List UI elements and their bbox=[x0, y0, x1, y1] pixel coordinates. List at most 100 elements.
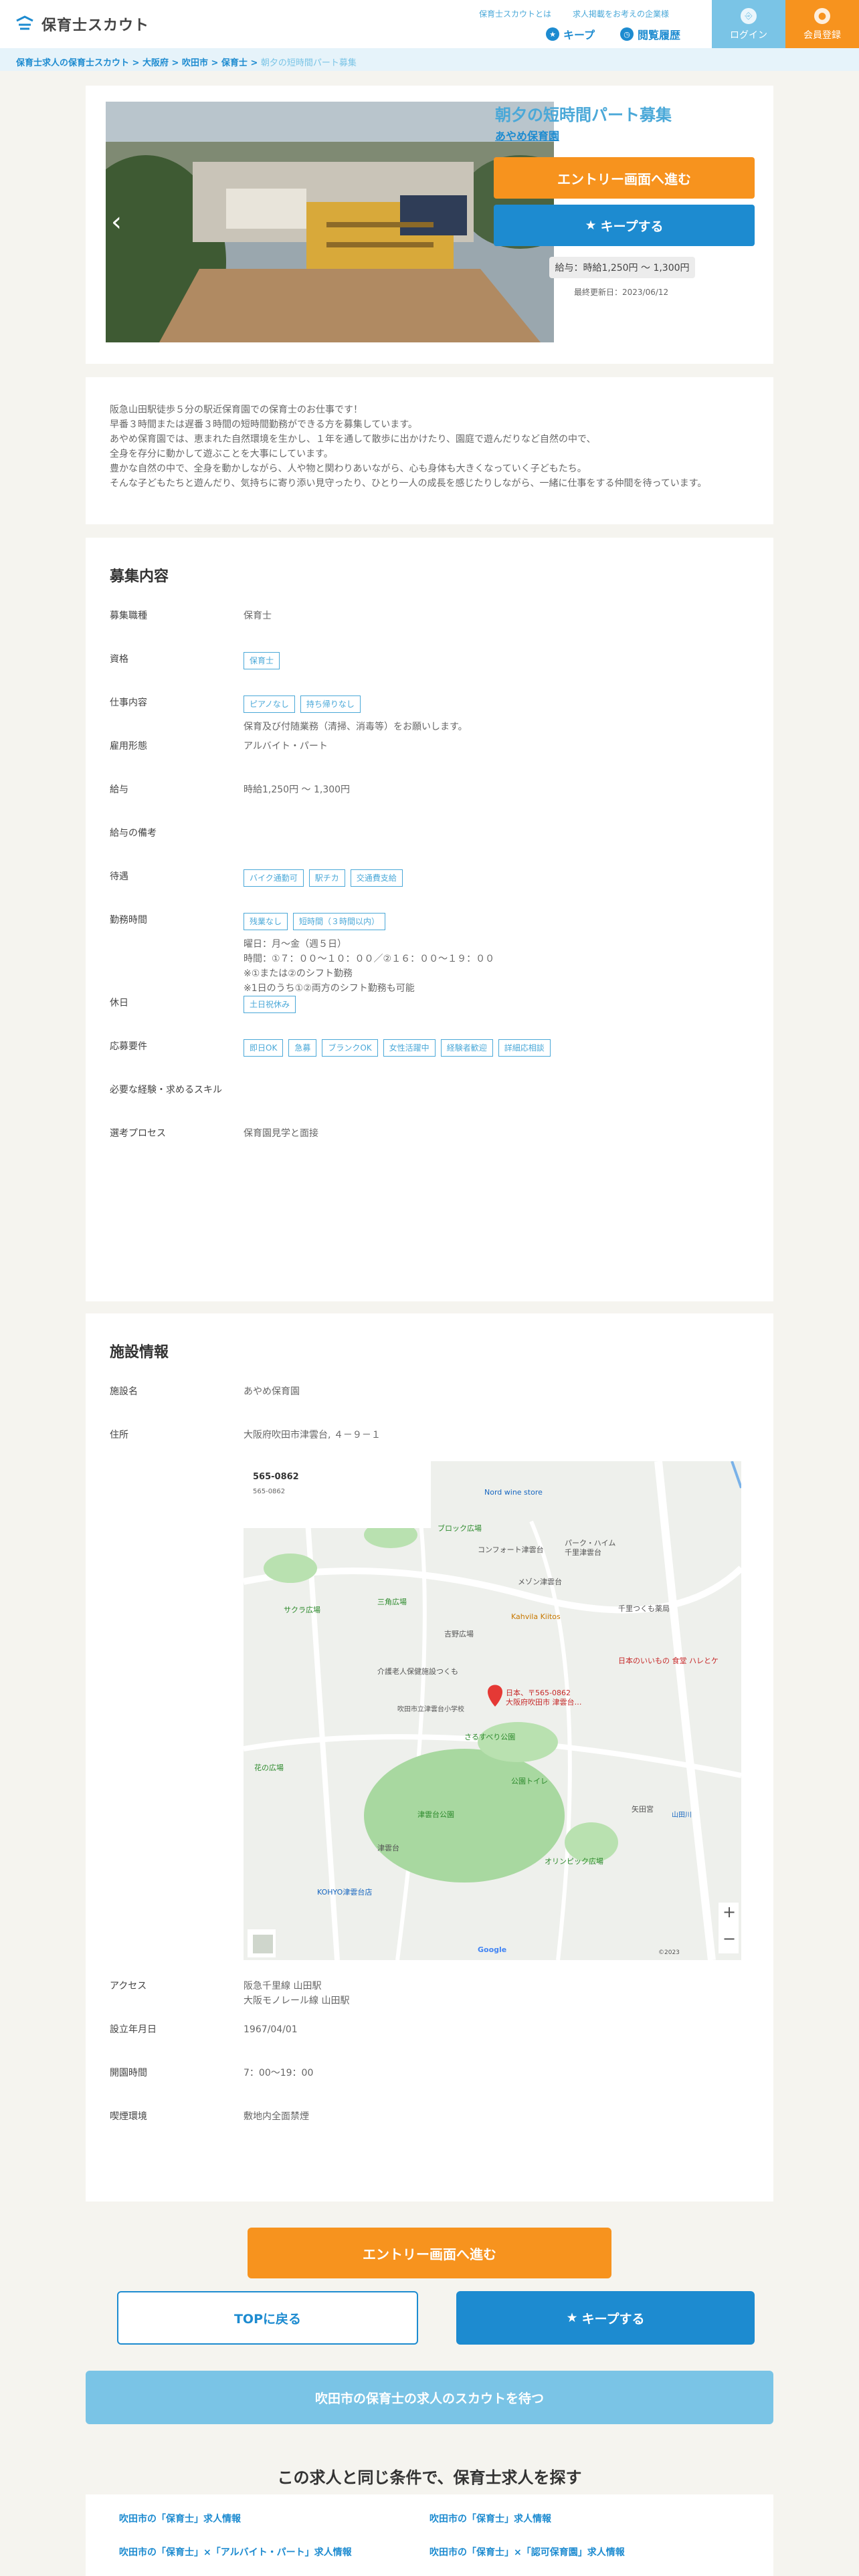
login-button[interactable]: ⎆ ログイン bbox=[712, 0, 785, 48]
breadcrumb: 保育士求人の保育士スカウト > 大阪府 > 吹田市 > 保育士 > 朝夕の短時間… bbox=[0, 48, 859, 71]
row-value: 敷地内全面禁煙 bbox=[244, 2109, 749, 2153]
tag: ブランクOK bbox=[322, 1039, 378, 1057]
related-search-heading: この求人と同じ条件で、保育士求人を探す bbox=[277, 2468, 582, 2487]
facility-info: 施設情報 施設名 あやめ保育園 住所 大阪府吹田市津雲台, ４－９－１ 565-08… bbox=[86, 1313, 773, 2202]
job-introduction: 阪急山田駅徒歩５分の駅近保育園での保育士のお仕事です！ 早番３時間または遅番３時… bbox=[86, 377, 773, 524]
row-label: 開園時間 bbox=[110, 2068, 147, 2078]
breadcrumb-hoikushi[interactable]: 保育士 bbox=[221, 58, 248, 68]
detail-row: アクセス 阪急千里線 山田駅 大阪モノレール線 山田駅 bbox=[110, 1979, 749, 2022]
register-button[interactable]: ● 会員登録 bbox=[785, 0, 859, 48]
star-icon: ★ bbox=[585, 218, 597, 233]
row-text: 阪急千里線 山田駅 bbox=[244, 1981, 322, 1992]
tag-list: 残業なし 短時間（３時間以内） bbox=[244, 913, 749, 930]
wait-scout-button[interactable]: 吹田市の保育士の求人のスカウトを待つ bbox=[86, 2371, 773, 2424]
recruitment-details: 募集内容 募集職種 保育士 資格 保育士 仕事内容 ピアノなし 持ち帰りなし 保育及び付随業務… bbox=[86, 538, 773, 1301]
detail-row: 休日 土日祝休み bbox=[110, 996, 749, 1039]
breadcrumb-suita[interactable]: 吹田市 bbox=[182, 58, 208, 68]
tag: バイク通勤可 bbox=[244, 869, 304, 887]
for-companies-link[interactable]: 求人掲載をお考えの企業様 bbox=[573, 8, 669, 19]
salary-badge: 給与：時給1,250円 〜 1,300円 bbox=[549, 257, 695, 278]
row-label: アクセス bbox=[110, 1981, 147, 1992]
detail-row: 喫煙環境 敷地内全面禁煙 bbox=[110, 2109, 749, 2153]
job-summary-card: ‹ › 朝夕の短時間パート募集 あやめ保育園 エントリー画面へ進む ★キープする… bbox=[86, 86, 773, 364]
bottom-entry-button[interactable]: エントリー画面へ進む bbox=[248, 2228, 611, 2278]
header-history-button[interactable]: ◷ 閲覧履歴 bbox=[620, 26, 680, 42]
street-view-icon[interactable] bbox=[253, 1935, 273, 1953]
keep-button[interactable]: ★ キープする bbox=[494, 205, 755, 246]
row-value: 即日OK 急募 ブランクOK 女性活躍中 経験者歓迎 詳細応相談 bbox=[244, 1039, 749, 1083]
map-label: コンフォート津雲台 bbox=[478, 1545, 544, 1554]
row-value: 保育園見学と面接 bbox=[244, 1126, 749, 1170]
related-link[interactable]: 吹田市の「保育士」求人情報 bbox=[119, 2512, 430, 2525]
facility-name: あやめ保育園 bbox=[244, 1386, 300, 1397]
detail-row: 待遇 バイク通勤可 駅チカ 交通費支給 bbox=[110, 869, 749, 913]
back-to-top-button[interactable]: TOPに戻る bbox=[117, 2291, 418, 2345]
map-label: さるすべり公園 bbox=[464, 1733, 516, 1741]
tag: 短時間（３時間以内） bbox=[293, 913, 386, 930]
entry-button[interactable]: エントリー画面へ進む bbox=[494, 157, 755, 199]
tag-list: バイク通勤可 駅チカ 交通費支給 bbox=[244, 869, 749, 887]
map-label: 日本のいいもの 食堂 ハレとケ bbox=[618, 1656, 719, 1665]
related-link[interactable]: 吹田市の「保育士」×「アルバイト・パート」求人情報 bbox=[119, 2545, 430, 2559]
row-value: 保育士 bbox=[244, 652, 749, 695]
tag: 交通費支給 bbox=[350, 869, 403, 887]
row-label: 喫煙環境 bbox=[110, 2111, 147, 2122]
map-label: 千里つくも薬局 bbox=[618, 1604, 670, 1613]
row-text: 7：00〜19：00 bbox=[244, 2068, 314, 2078]
tag: ピアノなし bbox=[244, 695, 295, 713]
detail-row: 雇用形態 アルバイト・パート bbox=[110, 739, 749, 782]
map-label: 千里津雲台 bbox=[565, 1548, 601, 1557]
row-label: 休日 bbox=[110, 998, 128, 1008]
row-label: 住所 bbox=[110, 1430, 128, 1440]
row-label: 施設名 bbox=[110, 1386, 138, 1397]
facility-map[interactable]: 565-0862 565-0862 日本、〒565-0862 大阪府吹田市 津雲台… bbox=[243, 1461, 744, 1961]
header-keep-button[interactable]: ★ キープ bbox=[546, 26, 595, 42]
intro-line: 阪急山田駅徒歩５分の駅近保育園での保育士のお仕事です！ bbox=[110, 405, 363, 415]
row-value: 1967/04/01 bbox=[244, 2022, 749, 2066]
row-text: 敷地内全面禁煙 bbox=[244, 2111, 309, 2122]
tag-list: 土日祝休み bbox=[244, 996, 749, 1013]
about-link[interactable]: 保育士スカウトとは bbox=[479, 8, 551, 19]
map-label: 津雲台公園 bbox=[417, 1810, 454, 1819]
facility-name-link[interactable]: あやめ保育園 bbox=[495, 127, 559, 143]
tag: 保育士 bbox=[244, 652, 280, 669]
breadcrumb-home[interactable]: 保育士求人の保育士スカウト bbox=[16, 58, 129, 68]
row-label: 待遇 bbox=[110, 871, 128, 882]
row-text: 保育士 bbox=[244, 611, 272, 621]
intro-line: 豊かな自然の中で、全身を動かしながら、人や物と関わりあいながら、心も身体も大きく… bbox=[110, 463, 587, 474]
related-search-links: 吹田市の「保育士」求人情報 吹田市の「保育士」求人情報 吹田市の「保育士」×「ア… bbox=[86, 2494, 773, 2576]
zoom-out-icon[interactable]: − bbox=[717, 1929, 741, 1948]
carousel-prev-icon[interactable]: ‹ bbox=[111, 209, 122, 235]
facility-photo-carousel[interactable]: ‹ › bbox=[106, 102, 554, 342]
related-link[interactable]: 吹田市の「保育士」×「認可保育園」求人情報 bbox=[430, 2545, 740, 2559]
intro-line: 全身を存分に動かして遊ぶことを大事にしています。 bbox=[110, 449, 333, 459]
map-label: 津雲台 bbox=[377, 1844, 399, 1852]
related-link[interactable]: 吹田市の「保育士」求人情報 bbox=[430, 2512, 740, 2525]
facility-address: 大阪府吹田市津雲台, ４－９－１ bbox=[244, 1430, 381, 1440]
detail-row: 勤務時間 残業なし 短時間（３時間以内） 曜日：月〜金（週５日） 時間：①７：００〜１０… bbox=[110, 913, 749, 996]
bottom-keep-button[interactable]: ★ キープする bbox=[456, 2291, 755, 2345]
map-label: 花の広場 bbox=[254, 1763, 284, 1772]
row-label: 勤務時間 bbox=[110, 915, 147, 926]
logo-icon bbox=[16, 15, 33, 30]
row-value: 土日祝休み bbox=[244, 996, 749, 1039]
map-label: 矢田宮 bbox=[632, 1805, 654, 1814]
row-text: 保育園見学と面接 bbox=[244, 1128, 318, 1139]
map-label: サクラ広場 bbox=[284, 1606, 320, 1614]
clock-icon: ◷ bbox=[620, 27, 634, 41]
map-pin-label: 日本、〒565-0862 大阪府吹田市 津雲台… bbox=[506, 1689, 582, 1707]
user-icon: ● bbox=[814, 8, 830, 24]
row-text: 時給1,250円 〜 1,300円 bbox=[244, 784, 351, 795]
row-value: 保育士 bbox=[244, 609, 749, 652]
zoom-in-icon[interactable]: + bbox=[717, 1903, 741, 1921]
breadcrumb-osaka[interactable]: 大阪府 bbox=[142, 58, 169, 68]
detail-row: 募集職種 保育士 bbox=[110, 609, 749, 652]
star-icon: ★ bbox=[546, 27, 559, 41]
site-logo[interactable]: 保育士スカウト bbox=[15, 13, 149, 35]
google-logo: Google bbox=[478, 1945, 507, 1954]
row-value bbox=[244, 1083, 749, 1126]
row-label: 雇用形態 bbox=[110, 741, 147, 752]
map-label: 吉野広場 bbox=[444, 1630, 474, 1638]
row-text: アルバイト・パート bbox=[244, 741, 328, 752]
map-label: Kahvila Kiitos bbox=[511, 1612, 561, 1621]
